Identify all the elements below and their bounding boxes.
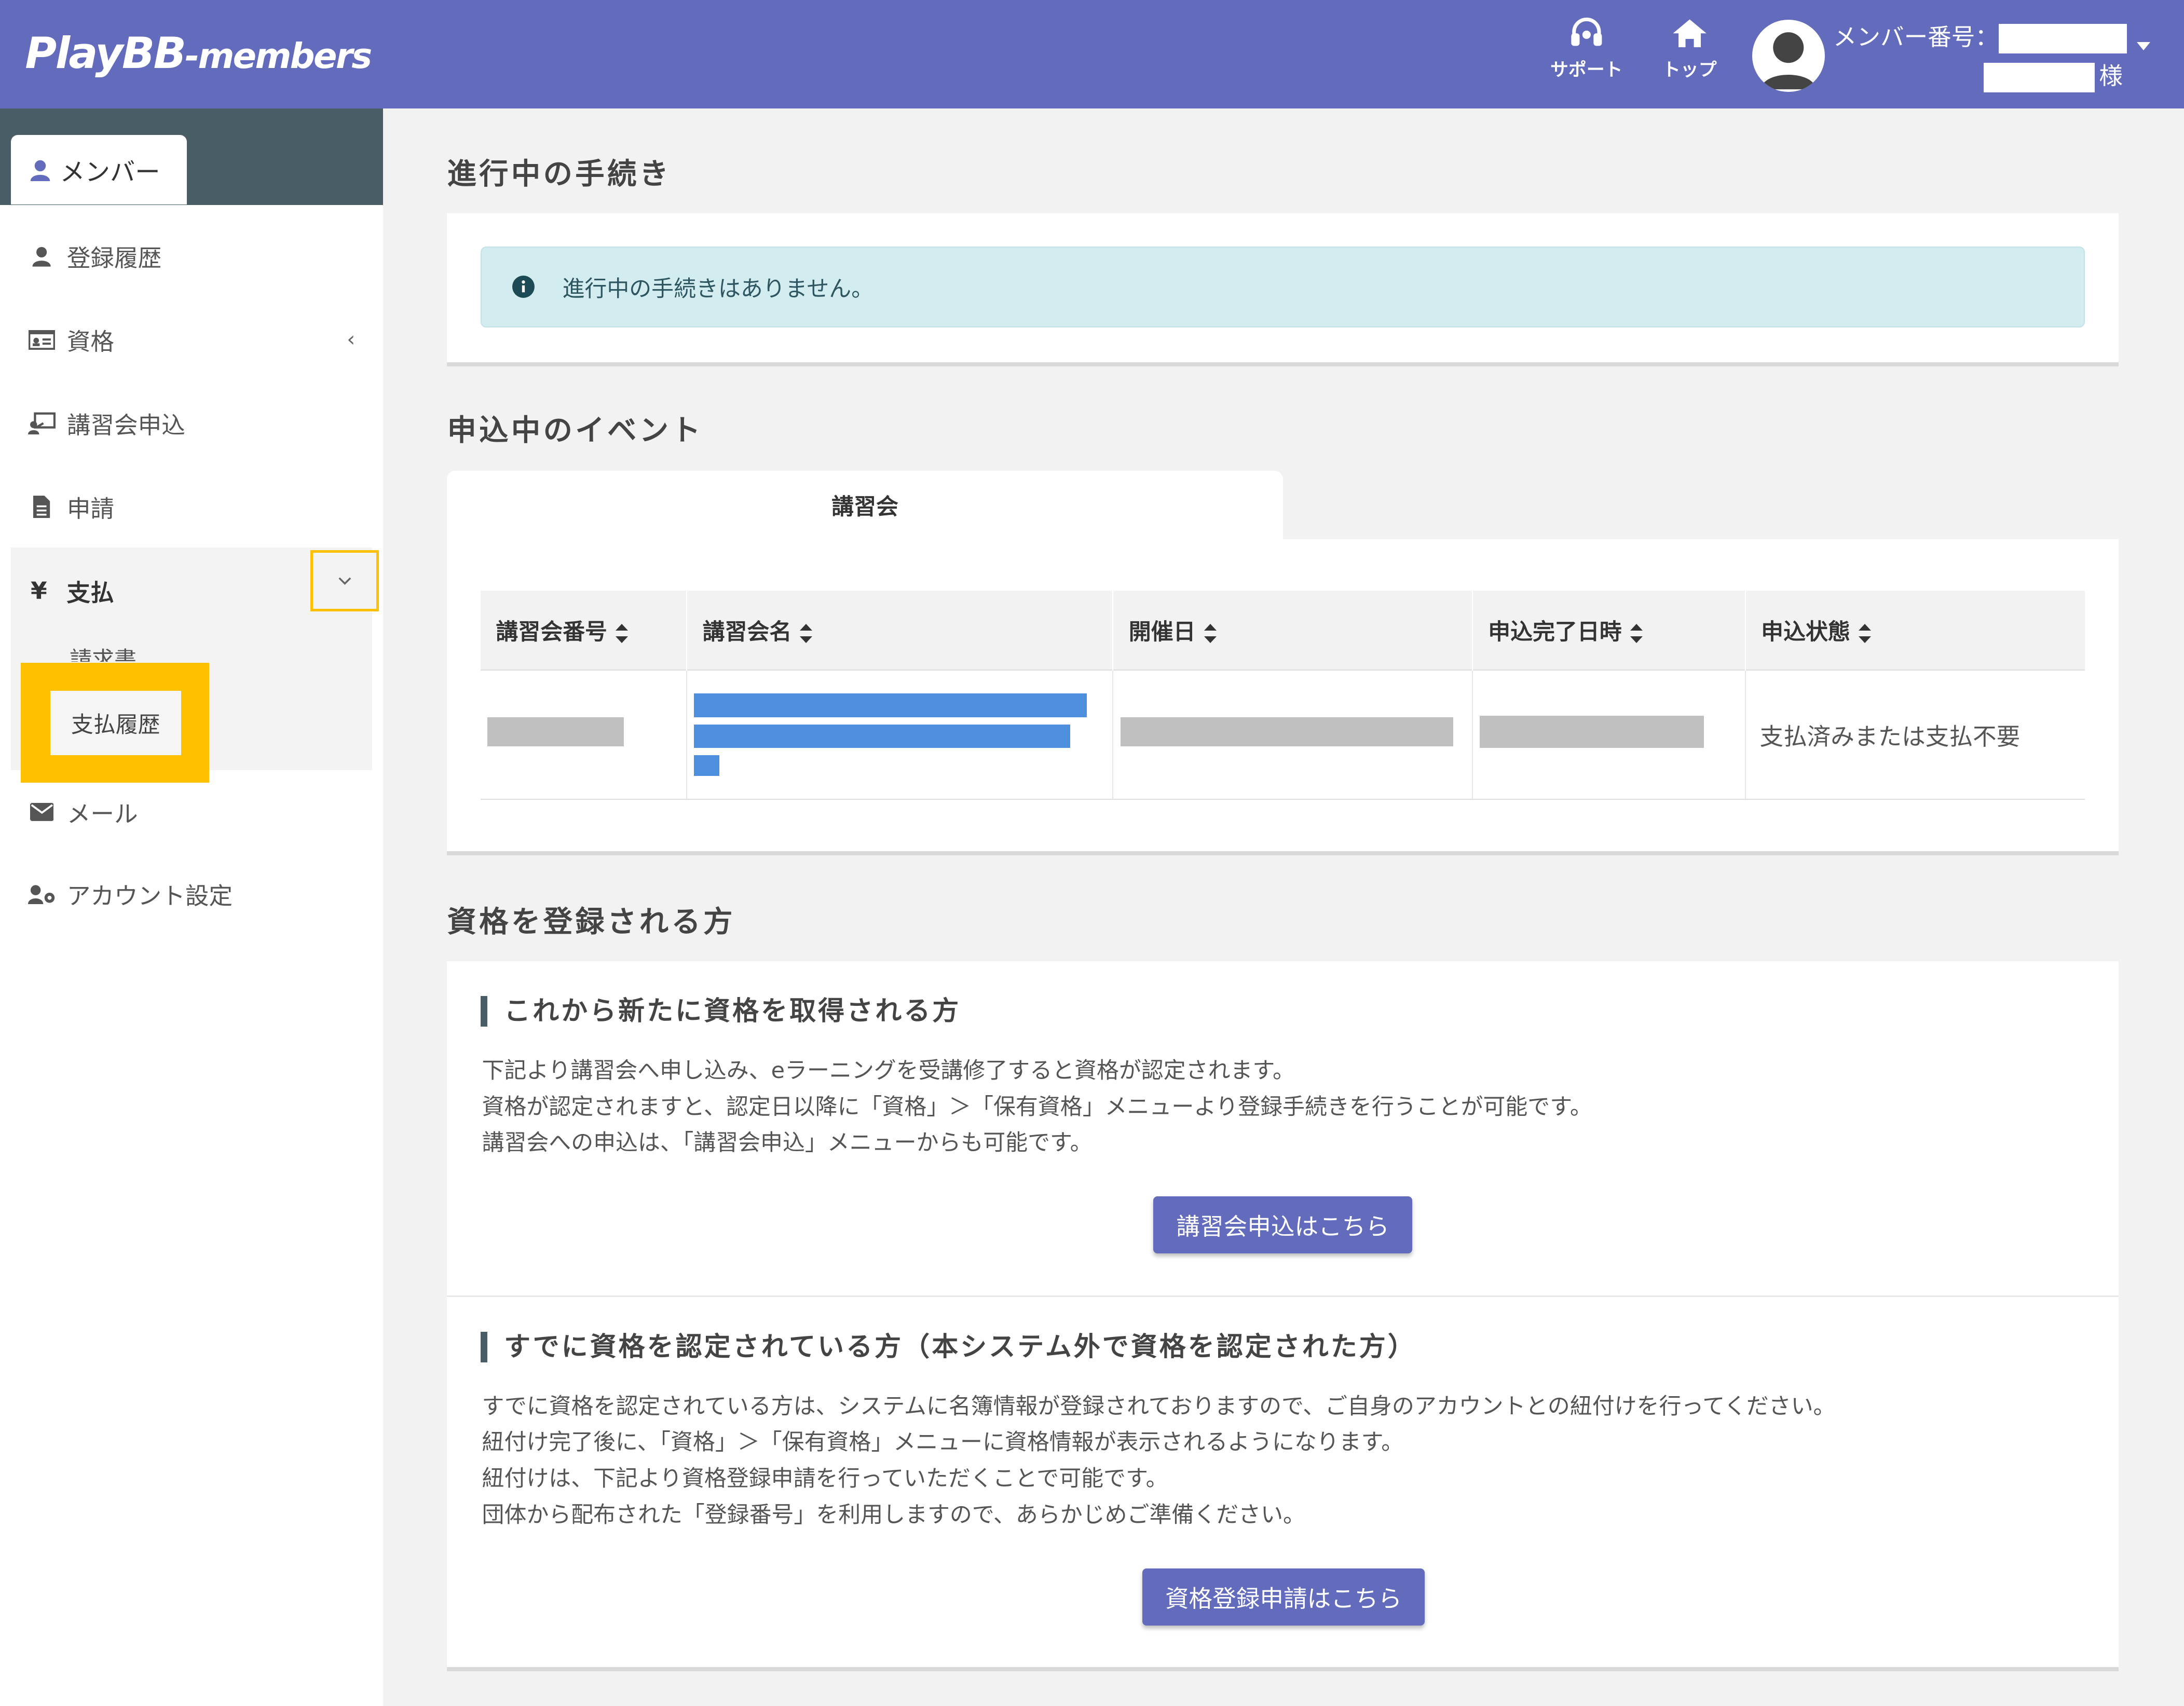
user-silhouette-icon <box>1760 32 1817 89</box>
cell-date <box>1113 669 1473 800</box>
existing-qualification-text: すでに資格を認定されている方は、システムに名簿情報が登録されておりますので、ご自… <box>482 1393 1836 1528</box>
tab-seminar[interactable]: 講習会 <box>447 471 1283 539</box>
yen-icon: ¥ <box>31 577 47 605</box>
register-title: 資格を登録される方 <box>447 905 735 939</box>
redacted-link[interactable] <box>694 693 1087 718</box>
app-logo[interactable]: PlayBB-members <box>25 28 372 78</box>
events-table: 講習会番号 講習会名 開催日 申込完了日時 申込状態 支払済みまたは支払不要 <box>480 590 2085 800</box>
file-icon <box>33 496 50 518</box>
sidebar-item-registration-history[interactable]: 登録履歴 <box>0 228 383 284</box>
info-alert: 進行中の手続きはありません。 <box>480 247 2085 327</box>
redacted-link[interactable] <box>694 724 1071 748</box>
sidebar-item-account-settings[interactable]: アカウント設定 <box>0 866 383 922</box>
seminar-apply-button[interactable]: 講習会申込はこちら <box>1153 1196 1413 1254</box>
col-date[interactable]: 開催日 <box>1113 590 1473 670</box>
sort-icon <box>616 623 629 644</box>
cell-seminar-name[interactable] <box>687 669 1114 800</box>
user-icon <box>31 160 50 181</box>
col-seminar-name[interactable]: 講習会名 <box>687 590 1114 670</box>
top-navbar: PlayBB-members サポート トップ メンバー番号： 様 <box>0 0 2184 109</box>
cell-applied-at <box>1472 669 1746 800</box>
home-icon <box>1673 19 1707 48</box>
chevron-left-icon: ‹ <box>347 327 356 351</box>
new-qualification-heading: これから新たに資格を取得される方 <box>480 995 961 1027</box>
sort-icon <box>1204 623 1217 644</box>
member-name[interactable]: 様 <box>1983 57 2123 92</box>
user-avatar[interactable] <box>1752 19 1825 92</box>
sidebar-item-payment[interactable]: ¥ 支払 <box>31 574 114 608</box>
user-icon <box>32 247 51 267</box>
sort-icon <box>1858 623 1871 644</box>
support-label: サポート <box>1550 60 1623 81</box>
redacted-block <box>487 717 624 747</box>
sidebar-sub-payment-history[interactable]: 支払履歴 <box>50 691 181 755</box>
sort-icon <box>800 623 813 644</box>
table-row: 支払済みまたは支払不要 <box>480 669 2085 800</box>
sidebar-item-application[interactable]: 申請 <box>0 479 383 535</box>
events-title: 申込中のイベント <box>447 413 704 447</box>
in-progress-card: 進行中の手続きはありません。 <box>447 213 2119 366</box>
user-menu-caret-icon[interactable] <box>2136 42 2150 50</box>
redacted-link[interactable] <box>694 755 719 776</box>
info-circle-icon <box>512 276 535 298</box>
existing-qualification-heading: すでに資格を認定されている方（本システム外で資格を認定された方） <box>480 1331 1416 1362</box>
qualification-register-button[interactable]: 資格登録申請はこちら <box>1142 1568 1425 1626</box>
sidebar-item-qualification[interactable]: 資格 ‹ <box>0 312 383 367</box>
chevron-down-icon <box>338 577 351 585</box>
member-number-redacted <box>1999 24 2127 53</box>
redacted-block <box>1480 716 1704 748</box>
sidebar-sub-invoice[interactable]: 請求書 <box>70 642 181 662</box>
id-card-icon <box>29 330 55 350</box>
sidebar-item-seminar-application[interactable]: 講習会申込 <box>0 395 383 451</box>
sidebar-tab-member[interactable]: メンバー <box>11 135 187 205</box>
events-card: 講習会番号 講習会名 開催日 申込完了日時 申込状態 支払済みまたは支払不要 <box>447 539 2119 855</box>
top-label: トップ <box>1662 60 1717 81</box>
payment-expand-toggle[interactable] <box>310 550 379 612</box>
member-number[interactable]: メンバー番号： <box>1833 18 2127 53</box>
sidebar: メンバー 登録履歴 資格 ‹ 講習会申込 申請 ¥ 支払 請求書 支払履歴 メー… <box>0 108 384 1706</box>
col-applied-at[interactable]: 申込完了日時 <box>1472 590 1746 670</box>
headset-icon <box>1571 18 1602 46</box>
redacted-block <box>1120 717 1454 747</box>
register-card: これから新たに資格を取得される方 下記より講習会へ申し込み、eラーニングを受講修… <box>447 961 2119 1672</box>
new-qualification-text: 下記より講習会へ申し込み、eラーニングを受講修了すると資格が認定されます。 資格… <box>482 1057 1592 1156</box>
top-link[interactable]: トップ <box>1644 17 1736 81</box>
sort-icon <box>1630 623 1643 644</box>
envelope-icon <box>30 803 54 822</box>
support-link[interactable]: サポート <box>1540 17 1632 81</box>
user-gear-icon <box>28 885 54 905</box>
sidebar-header: メンバー <box>0 108 384 205</box>
sidebar-item-mail[interactable]: メール <box>0 784 383 840</box>
cell-status: 支払済みまたは支払不要 <box>1745 669 2085 800</box>
member-name-redacted <box>1983 63 2095 92</box>
in-progress-title: 進行中の手続き <box>447 157 672 191</box>
divider <box>447 1295 2119 1297</box>
col-seminar-number[interactable]: 講習会番号 <box>480 590 688 670</box>
chalkboard-teacher-icon <box>28 412 56 435</box>
cell-seminar-number <box>480 669 688 800</box>
col-status[interactable]: 申込状態 <box>1745 590 2085 670</box>
